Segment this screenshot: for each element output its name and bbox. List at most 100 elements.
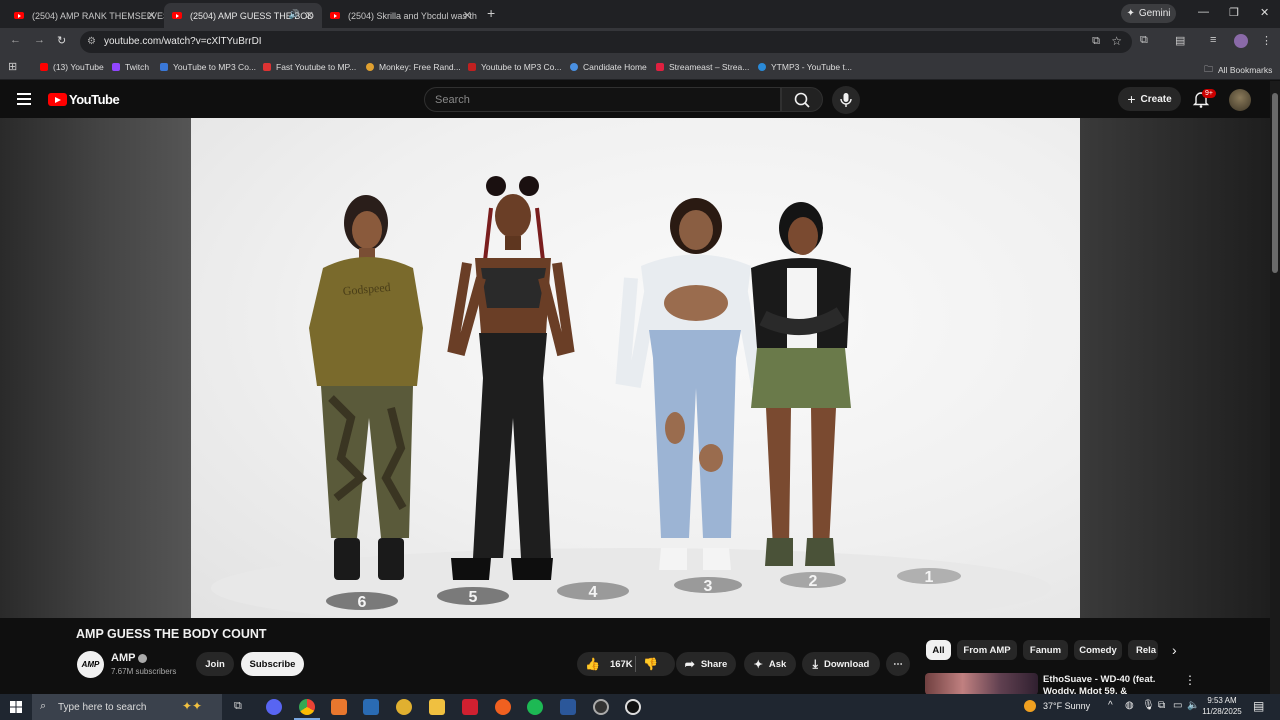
like-thumbs-up-icon[interactable]: 👍 [585, 657, 600, 671]
media-player-icon[interactable] [625, 699, 641, 715]
browser-tab[interactable]: (2504) Skrilla and Ybcdul was th ✕ [322, 3, 480, 28]
tray-app-icon[interactable]: ◍ [1125, 700, 1134, 711]
task-view-icon[interactable]: ⧉ [234, 700, 242, 713]
bookmark-item[interactable]: Candidate Home [570, 62, 647, 72]
download-icon: ⤓ [812, 656, 818, 671]
monkey-bookmark-icon [366, 63, 374, 71]
channel-name[interactable]: AMP [111, 652, 135, 664]
chip-from-amp[interactable]: From AMP [957, 640, 1017, 660]
app-icon[interactable] [593, 699, 609, 715]
speaker-icon[interactable]: 🔊 [289, 9, 300, 20]
share-button[interactable]: ➦ Share [676, 652, 736, 676]
recommendation-menu-icon[interactable]: ⋮ [1184, 673, 1196, 687]
tray-app-icon[interactable]: ⧉ [1158, 700, 1165, 711]
video-player[interactable]: Godspeed 6 5 4 3 2 1 [0, 118, 1270, 618]
restore-window-icon[interactable]: ❐ [1229, 6, 1239, 19]
tab-title: (2504) Skrilla and Ybcdul was th [348, 10, 477, 21]
chip-fanum[interactable]: Fanum [1023, 640, 1068, 660]
subscribe-button[interactable]: Subscribe [241, 652, 304, 676]
extensions-icon[interactable]: ⧉ [1140, 34, 1148, 47]
youtube-logo[interactable]: YouTube [48, 92, 120, 107]
bookmark-star-icon[interactable]: ☆ [1111, 34, 1122, 48]
apps-grid-icon[interactable]: ⊞ [8, 60, 17, 73]
app-icon[interactable] [495, 699, 511, 715]
youtube-play-logo-icon [48, 93, 67, 106]
hamburger-menu-icon[interactable] [17, 93, 31, 105]
volume-icon[interactable]: 🔈 [1187, 700, 1199, 711]
close-tab-icon[interactable]: ✕ [147, 9, 156, 22]
vlc-app-icon[interactable] [331, 699, 347, 715]
join-button[interactable]: Join [196, 652, 234, 676]
app-icon[interactable] [396, 699, 412, 715]
ytmp3-bookmark-icon [758, 63, 766, 71]
search-input[interactable]: Search [424, 87, 781, 112]
download-button[interactable]: ⤓ Download [802, 652, 880, 676]
bookmark-item[interactable]: Fast Youtube to MP... [263, 62, 356, 72]
bookmark-item[interactable]: (13) YouTube [40, 62, 104, 72]
browser-tab-active[interactable]: (2504) AMP GUESS THE BOD 🔊 ✕ [164, 3, 322, 28]
dislike-thumbs-down-icon[interactable]: 👎 [643, 657, 658, 671]
channel-avatar[interactable]: AMP [77, 651, 104, 678]
video-frame[interactable]: Godspeed 6 5 4 3 2 1 [191, 118, 1080, 618]
close-tab-icon[interactable]: ✕ [463, 9, 472, 22]
all-bookmarks-button[interactable]: 🗀 All Bookmarks [1204, 62, 1272, 78]
plus-icon: + [1127, 91, 1136, 107]
chrome-app-icon[interactable] [299, 699, 315, 715]
chip-related[interactable]: Rela [1128, 640, 1158, 660]
spotify-app-icon[interactable] [527, 699, 543, 715]
ask-button[interactable]: ✦ Ask [744, 652, 796, 676]
page-scrollbar[interactable] [1270, 81, 1280, 694]
converter-bookmark-icon [160, 63, 168, 71]
tab-search-icon[interactable]: ≡ [1210, 34, 1216, 46]
windows-start-icon[interactable] [10, 701, 22, 713]
recommended-video-thumbnail[interactable] [925, 673, 1038, 695]
word-app-icon[interactable] [560, 699, 576, 715]
network-icon[interactable]: ▭ [1173, 700, 1182, 711]
recommended-video-title[interactable]: EthoSuave - WD-40 (feat. Woddy, Mdot 59,… [1043, 674, 1183, 694]
new-tab-icon[interactable]: + [487, 5, 495, 21]
account-avatar[interactable] [1229, 89, 1251, 111]
app-icon[interactable] [462, 699, 478, 715]
bookmark-item[interactable]: Youtube to MP3 Co... [468, 62, 562, 72]
notifications-center-icon[interactable]: ▤ [1253, 699, 1264, 713]
bookmark-label: Monkey: Free Rand... [379, 62, 461, 72]
profile-avatar[interactable] [1234, 34, 1248, 48]
create-button[interactable]: + Create [1118, 87, 1181, 111]
chip-comedy[interactable]: Comedy [1074, 640, 1122, 660]
gemini-button[interactable]: ✦ Gemini [1121, 4, 1176, 23]
voice-search-button[interactable] [832, 86, 860, 114]
tray-chevron-up-icon[interactable]: ^ [1108, 700, 1113, 711]
address-bar[interactable]: ⚙ youtube.com/watch?v=cXlTYuBrrDI ⧉ ☆ [80, 31, 1132, 53]
bookmark-label: Youtube to MP3 Co... [481, 62, 562, 72]
bookmark-item[interactable]: Twitch [112, 62, 149, 72]
install-app-icon[interactable]: ⧉ [1092, 35, 1100, 48]
site-info-icon[interactable]: ⚙ [87, 36, 96, 47]
back-icon[interactable]: ← [10, 34, 21, 46]
menu-kebab-icon[interactable]: ⋮ [1261, 34, 1272, 47]
reload-icon[interactable]: ↻ [57, 34, 66, 47]
microphone-tray-icon[interactable]: 🎙 [1142, 700, 1155, 711]
search-button[interactable] [781, 87, 823, 112]
url-text[interactable]: youtube.com/watch?v=cXlTYuBrrDI [104, 36, 262, 47]
chip-all[interactable]: All [926, 640, 951, 660]
bookmark-item[interactable]: Streameast – Strea... [656, 62, 749, 72]
file-explorer-icon[interactable] [429, 699, 445, 715]
scrollbar-thumb[interactable] [1272, 93, 1278, 273]
taskbar-search-box[interactable]: ⌕ Type here to search ✦✦ [32, 694, 222, 720]
minimize-window-icon[interactable]: — [1198, 6, 1209, 18]
system-clock[interactable]: 9:53 AM 11/28/2025 [1200, 695, 1244, 717]
side-panel-icon[interactable]: ▤ [1175, 34, 1185, 47]
close-tab-icon[interactable]: ✕ [305, 9, 314, 22]
discord-app-icon[interactable] [266, 699, 282, 715]
bookmark-item[interactable]: YouTube to MP3 Co... [160, 62, 256, 72]
weather-text[interactable]: 37°F Sunny [1043, 701, 1090, 711]
chevron-right-icon[interactable]: › [1172, 642, 1177, 658]
more-actions-button[interactable]: ⋯ [886, 652, 910, 676]
steam-app-icon[interactable] [363, 699, 379, 715]
like-count[interactable]: 167K [610, 659, 633, 670]
bookmark-item[interactable]: Monkey: Free Rand... [366, 62, 461, 72]
close-window-icon[interactable]: ✕ [1260, 6, 1269, 19]
browser-tab[interactable]: (2504) AMP RANK THEMSELVES ✕ [6, 3, 164, 28]
bookmark-item[interactable]: YTMP3 - YouTube t... [758, 62, 852, 72]
forward-icon[interactable]: → [34, 34, 45, 46]
